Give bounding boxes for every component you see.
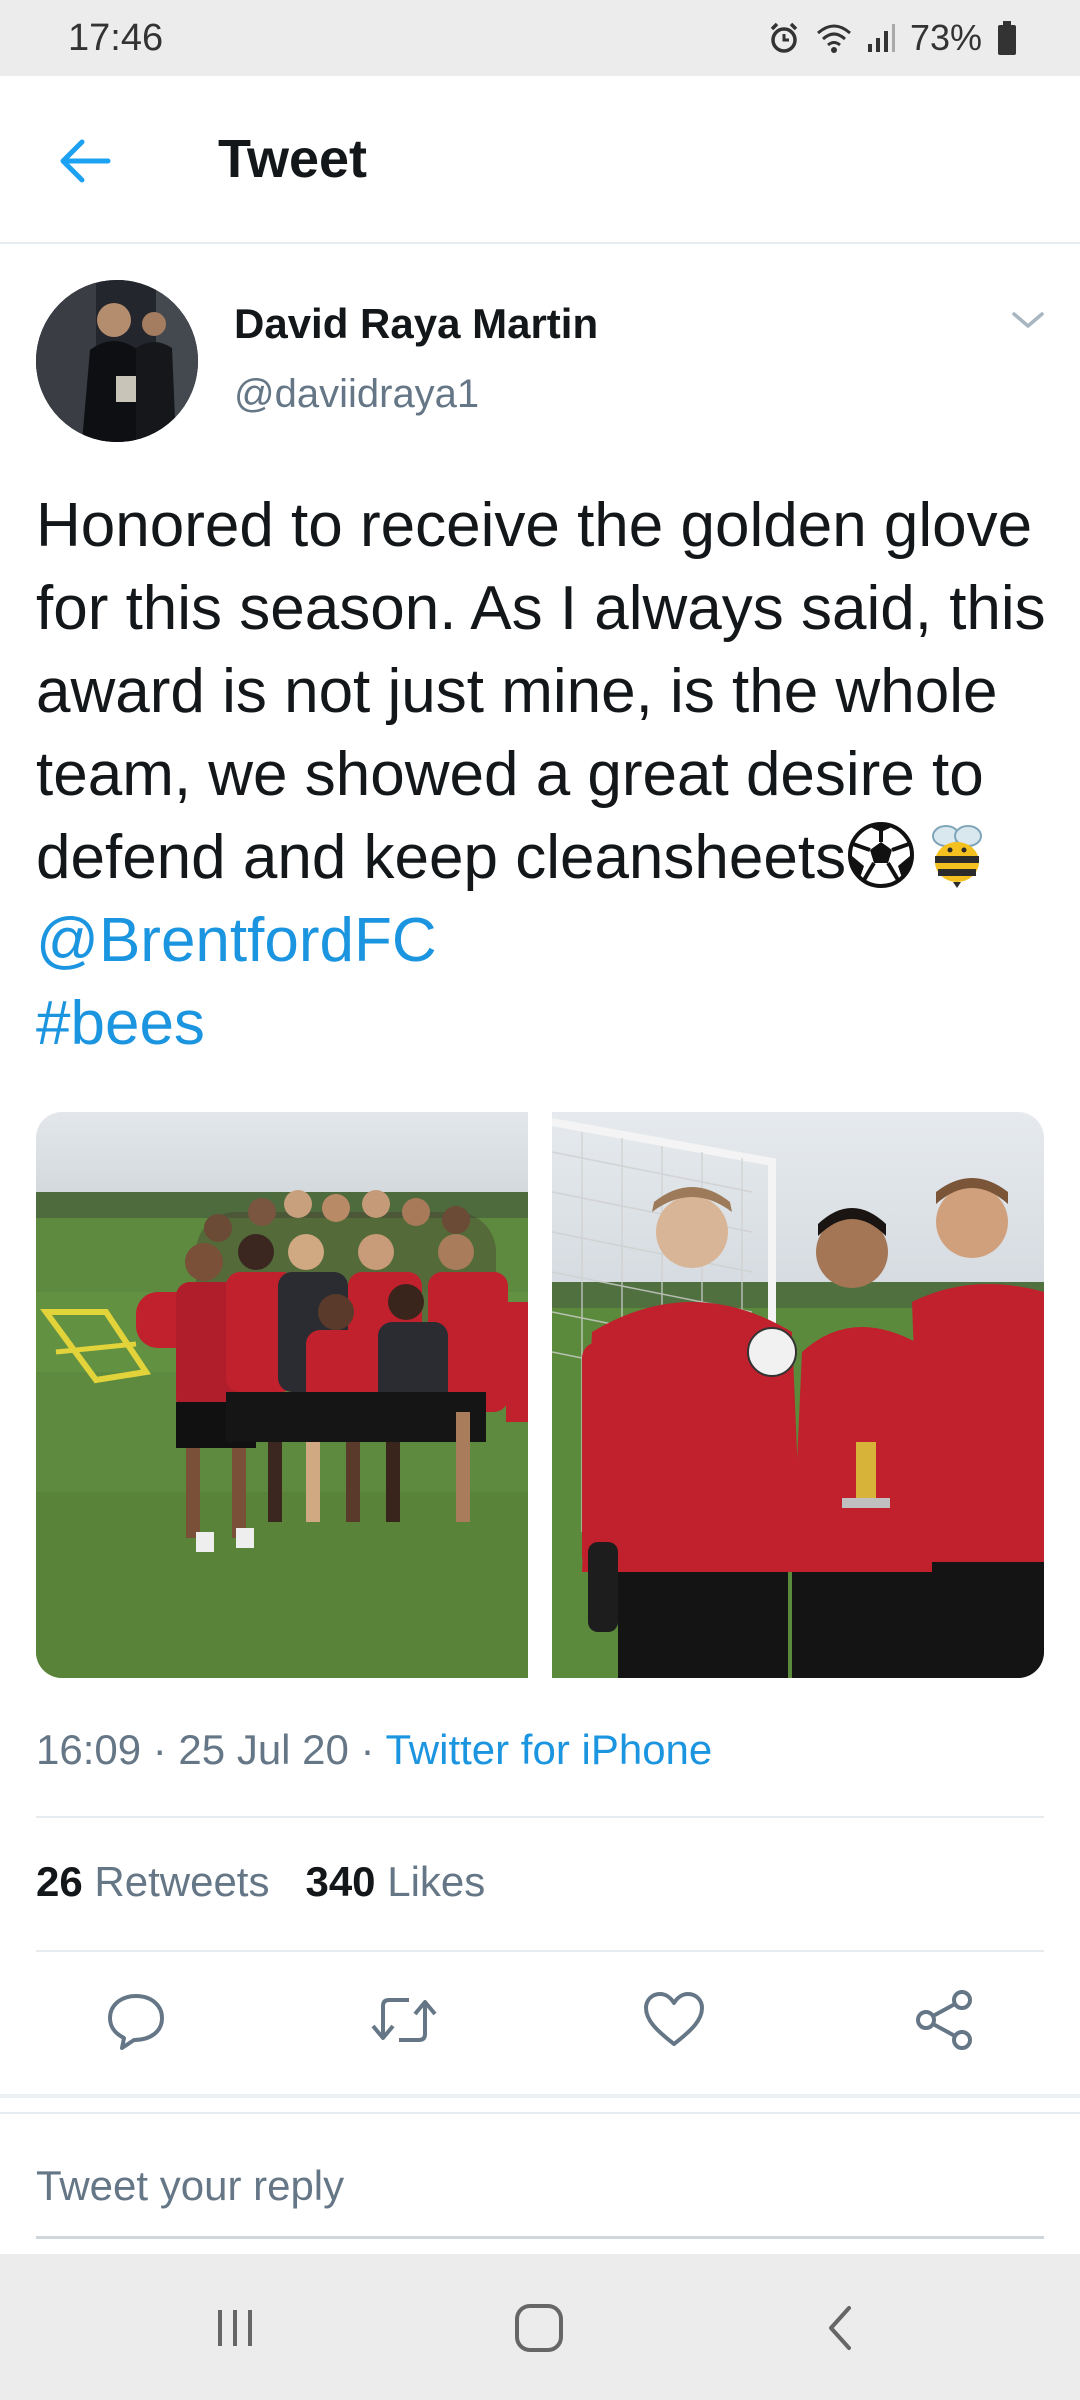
divider <box>36 1816 1044 1818</box>
mention-link[interactable]: @BrentfordFC <box>36 906 437 975</box>
page-title: Tweet <box>218 129 368 189</box>
soccer-ball-emoji <box>846 820 916 890</box>
retweet-icon <box>371 1998 437 2042</box>
chevron-down-icon <box>1012 312 1044 328</box>
signal-icon <box>867 24 895 52</box>
battery-icon <box>998 21 1016 55</box>
like-icon <box>644 1992 704 2046</box>
reply-input[interactable]: Tweet your reply <box>36 2162 344 2210</box>
like-button[interactable] <box>634 1980 714 2060</box>
avatar[interactable] <box>36 280 198 442</box>
back-icon <box>829 2306 851 2350</box>
author-handle[interactable]: @daviidraya1 <box>234 372 479 417</box>
team-photo[interactable] <box>36 1112 528 1678</box>
tweet-meta: 16:09 · 25 Jul 20 · Twitter for iPhone <box>36 1726 712 1774</box>
retweets-stat[interactable]: 26 Retweets <box>36 1858 269 1906</box>
back-nav-button[interactable] <box>804 2296 874 2360</box>
battery-percentage: 73% <box>909 17 982 58</box>
back-button[interactable] <box>50 126 120 196</box>
tweet-source[interactable]: Twitter for iPhone <box>385 1726 712 1773</box>
arrow-left-icon <box>60 139 111 183</box>
reply-icon <box>108 1994 164 2050</box>
tweet-actions <box>0 1980 1080 2066</box>
divider <box>36 1950 1044 1952</box>
status-bar: 17:46 73% <box>0 0 1080 76</box>
retweets-count: 26 <box>36 1858 83 1905</box>
goalkeepers-photo[interactable] <box>552 1112 1044 1678</box>
likes-stat[interactable]: 340 Likes <box>305 1858 485 1906</box>
recent-apps-button[interactable] <box>200 2296 270 2360</box>
retweet-button[interactable] <box>364 1980 444 2060</box>
wifi-icon <box>816 24 851 53</box>
alarm-icon <box>770 22 798 53</box>
share-icon <box>916 1990 972 2050</box>
status-time: 17:46 <box>68 16 164 59</box>
bee-emoji <box>922 820 992 890</box>
home-button[interactable] <box>504 2296 574 2360</box>
home-icon <box>515 2304 563 2352</box>
recent-apps-icon <box>218 2310 252 2346</box>
tweet-timestamp: 16:09 · 25 Jul 20 · <box>36 1726 386 1773</box>
hashtag-link[interactable]: #bees <box>36 989 205 1058</box>
system-nav-bar <box>0 2254 1080 2400</box>
author-name[interactable]: David Raya Martin <box>234 300 598 348</box>
media-grid <box>36 1112 1044 1678</box>
reply-bar: Tweet your reply <box>0 2112 1080 2252</box>
likes-label: Likes <box>387 1858 486 1905</box>
reply-underline <box>36 2236 1044 2239</box>
status-right: 73% <box>766 17 1018 59</box>
app-header: Tweet <box>0 76 1080 244</box>
divider <box>0 2094 1080 2098</box>
tweet-text: Honored to receive the golden glove for … <box>36 484 1056 1065</box>
retweets-label: Retweets <box>94 1858 270 1905</box>
share-button[interactable] <box>904 1980 984 2060</box>
status-icons <box>766 20 896 56</box>
reply-button[interactable] <box>96 1980 176 2060</box>
likes-count: 340 <box>305 1858 376 1905</box>
tweet-options-button[interactable] <box>1008 306 1052 342</box>
tweet-stats: 26 Retweets 340 Likes <box>36 1858 485 1906</box>
avatar-image <box>36 280 198 442</box>
